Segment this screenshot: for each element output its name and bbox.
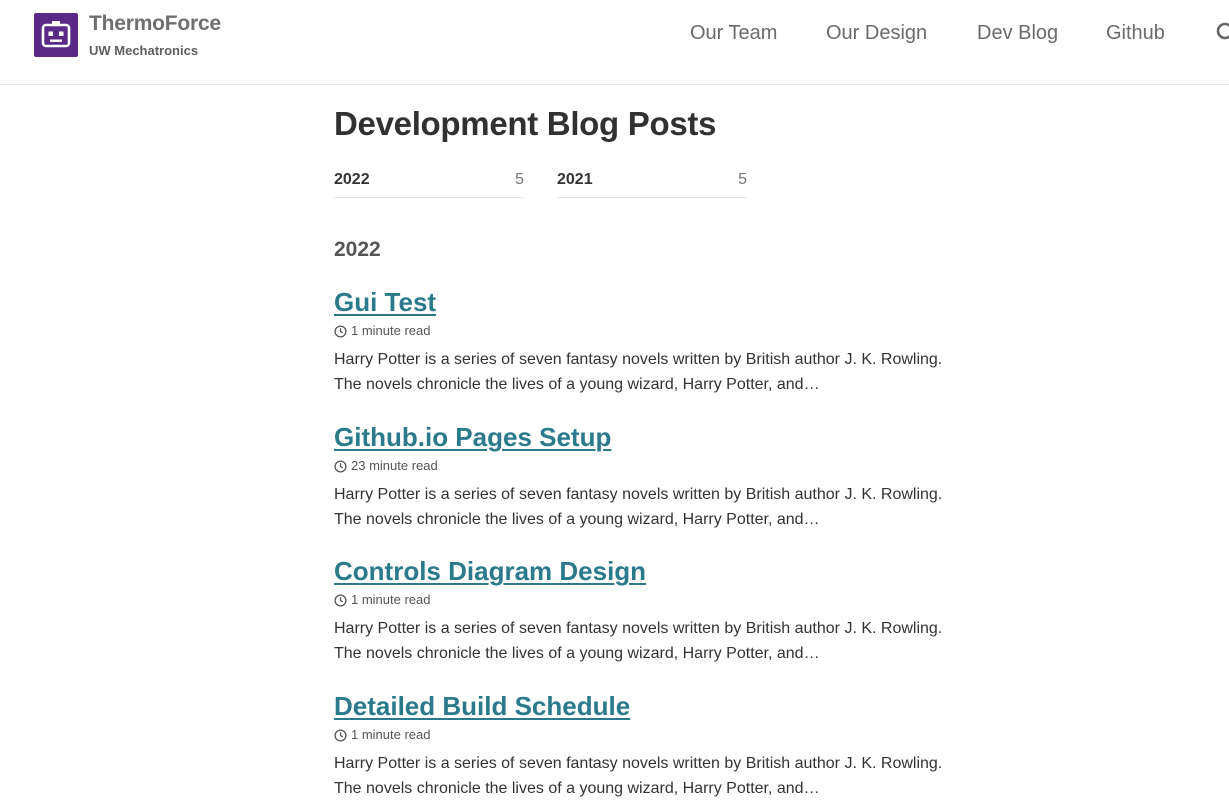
- read-time: 1 minute read: [334, 726, 994, 744]
- post-title-link[interactable]: Gui Test: [334, 287, 994, 319]
- post-title-link[interactable]: Github.io Pages Setup: [334, 422, 994, 454]
- post-item: Controls Diagram Design 1 minute read Ha…: [334, 556, 994, 666]
- nav-our-design[interactable]: Our Design: [826, 22, 927, 45]
- nav-our-team[interactable]: Our Team: [690, 22, 777, 45]
- site-subtitle: UW Mechatronics: [89, 43, 199, 58]
- year-tab-count: 5: [515, 171, 524, 188]
- site-title[interactable]: ThermoForce: [89, 12, 221, 36]
- excerpt-line: The novels chronicle the lives of a youn…: [334, 511, 820, 528]
- year-tab-label: 2021: [557, 171, 593, 188]
- post-item: Detailed Build Schedule 1 minute read Ha…: [334, 691, 994, 801]
- post-excerpt: Harry Potter is a series of seven fantas…: [334, 751, 984, 801]
- clock-icon: [334, 459, 347, 473]
- excerpt-line: Harry Potter is a series of seven fantas…: [334, 351, 943, 368]
- post-item: Github.io Pages Setup 23 minute read Har…: [334, 422, 994, 532]
- excerpt-line: The novels chronicle the lives of a youn…: [334, 645, 820, 662]
- year-tab-2022[interactable]: 2022 5: [334, 170, 524, 198]
- nav-github[interactable]: Github: [1106, 22, 1165, 45]
- nav-dev-blog[interactable]: Dev Blog: [977, 22, 1058, 45]
- page-title: Development Blog Posts: [334, 105, 717, 142]
- read-time: 23 minute read: [334, 457, 994, 475]
- excerpt-line: The novels chronicle the lives of a youn…: [334, 376, 820, 393]
- year-tab-count: 5: [738, 171, 747, 188]
- excerpt-line: Harry Potter is a series of seven fantas…: [334, 755, 943, 772]
- excerpt-line: Harry Potter is a series of seven fantas…: [334, 486, 943, 503]
- read-time-label: 23 minute read: [351, 458, 438, 473]
- post-excerpt: Harry Potter is a series of seven fantas…: [334, 616, 984, 666]
- search-icon[interactable]: [1216, 22, 1229, 44]
- year-tab-label: 2022: [334, 171, 370, 188]
- read-time-label: 1 minute read: [351, 592, 431, 607]
- post-title-link[interactable]: Controls Diagram Design: [334, 556, 994, 588]
- clock-icon: [334, 728, 347, 742]
- masthead: ThermoForce UW Mechatronics Our Team Our…: [0, 0, 1229, 85]
- post-title-link[interactable]: Detailed Build Schedule: [334, 691, 994, 723]
- excerpt-line: Harry Potter is a series of seven fantas…: [334, 620, 943, 637]
- clock-icon: [334, 324, 347, 338]
- read-time: 1 minute read: [334, 322, 994, 340]
- year-tab-2021[interactable]: 2021 5: [557, 170, 747, 198]
- robot-logo-icon[interactable]: [34, 13, 78, 57]
- read-time: 1 minute read: [334, 591, 994, 609]
- read-time-label: 1 minute read: [351, 727, 431, 742]
- year-heading: 2022: [334, 238, 381, 261]
- excerpt-line: The novels chronicle the lives of a youn…: [334, 780, 820, 797]
- post-item: Gui Test 1 minute read Harry Potter is a…: [334, 287, 994, 397]
- post-excerpt: Harry Potter is a series of seven fantas…: [334, 347, 984, 397]
- post-excerpt: Harry Potter is a series of seven fantas…: [334, 482, 984, 532]
- clock-icon: [334, 593, 347, 607]
- read-time-label: 1 minute read: [351, 323, 431, 338]
